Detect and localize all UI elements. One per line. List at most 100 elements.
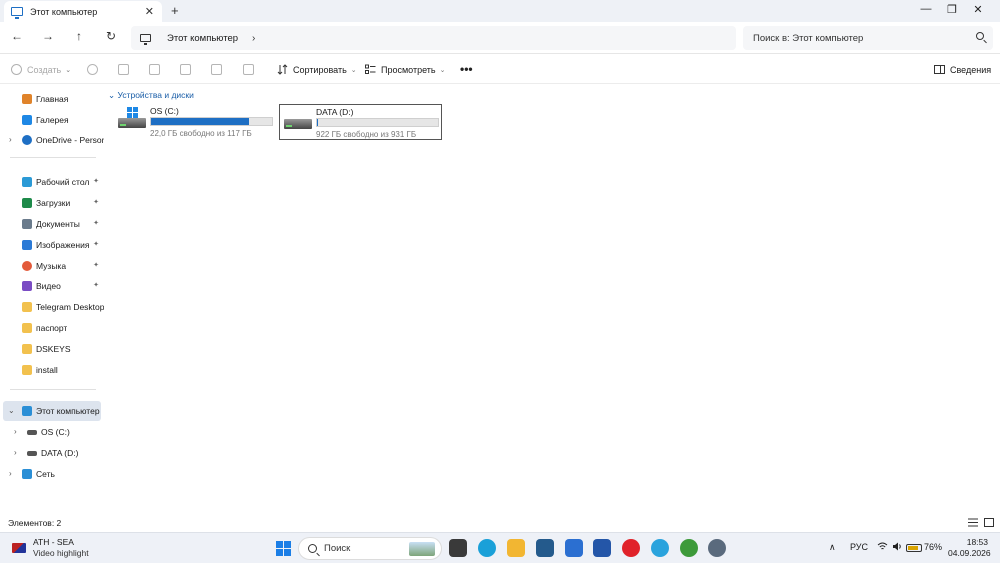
drive-name: OS (C:) bbox=[150, 106, 179, 116]
sidebar-item-dskeys[interactable]: DSKEYS bbox=[0, 339, 104, 359]
chevron-right-icon[interactable]: › bbox=[9, 469, 12, 478]
plus-circle-icon bbox=[11, 64, 22, 75]
delete-icon[interactable] bbox=[243, 64, 254, 75]
computer-icon bbox=[11, 7, 23, 19]
drive-usage-fill bbox=[151, 118, 249, 125]
tab-this-pc[interactable]: Этот компьютер ✕ bbox=[4, 1, 162, 22]
forward-arrow-icon[interactable]: → bbox=[39, 29, 57, 43]
search-highlight-image bbox=[409, 542, 435, 556]
sidebar-item-install[interactable]: install bbox=[0, 360, 104, 380]
chevron-right-icon[interactable]: › bbox=[252, 33, 255, 44]
breadcrumb[interactable]: Этот компьютер › bbox=[131, 26, 736, 50]
settings-app-icon[interactable] bbox=[708, 539, 726, 557]
sidebar-item-passport[interactable]: паспорт bbox=[0, 318, 104, 338]
new-tab-button[interactable]: + bbox=[171, 3, 179, 18]
back-arrow-icon[interactable]: ← bbox=[8, 29, 26, 43]
battery-percent: 76% bbox=[924, 542, 943, 552]
more-options-icon[interactable]: ••• bbox=[460, 62, 473, 76]
sidebar-item-network[interactable]: › Сеть bbox=[0, 464, 104, 484]
battery-icon[interactable] bbox=[906, 544, 922, 552]
search-icon bbox=[976, 32, 984, 40]
address-bar: ← → ↑ ↻ Этот компьютер › Поиск в: Этот к… bbox=[0, 22, 1000, 54]
telegram-app-icon[interactable] bbox=[651, 539, 669, 557]
sidebar-item-gallery[interactable]: Галерея bbox=[0, 110, 104, 130]
file-explorer-app-icon[interactable] bbox=[507, 539, 525, 557]
up-arrow-icon[interactable]: ↑ bbox=[70, 29, 88, 43]
drive-free-space: 22,0 ГБ свободно из 117 ГБ bbox=[150, 129, 252, 138]
sidebar-item-drive-c[interactable]: › OS (C:) bbox=[0, 422, 104, 442]
wifi-icon[interactable] bbox=[877, 542, 888, 553]
pin-icon: ✦ bbox=[93, 199, 99, 206]
view-icon bbox=[365, 64, 376, 75]
taskbar-search[interactable]: Поиск bbox=[298, 537, 442, 560]
drive-usage-bar bbox=[316, 118, 439, 127]
sidebar-item-desktop[interactable]: Рабочий стол ✦ bbox=[0, 172, 104, 192]
rename-icon[interactable] bbox=[180, 64, 191, 75]
details-button[interactable]: Сведения bbox=[934, 64, 991, 75]
close-tab-icon[interactable]: ✕ bbox=[145, 5, 154, 18]
word-app-icon[interactable] bbox=[593, 539, 611, 557]
chevron-right-icon[interactable]: › bbox=[14, 427, 17, 436]
breadcrumb-this-pc[interactable]: Этот компьютер bbox=[167, 33, 238, 44]
utorrent-app-icon[interactable] bbox=[680, 539, 698, 557]
drive-tile-c[interactable]: OS (C:) 22,0 ГБ свободно из 117 ГБ bbox=[114, 104, 278, 140]
drive-tile-d[interactable]: DATA (D:) 922 ГБ свободно из 931 ГБ bbox=[279, 104, 442, 140]
chevron-right-icon[interactable]: › bbox=[14, 448, 17, 457]
volume-icon[interactable] bbox=[892, 542, 902, 553]
news-widget[interactable]: ATH - SEA Video highlight bbox=[12, 537, 89, 559]
sidebar-item-pictures[interactable]: Изображения ✦ bbox=[0, 235, 104, 255]
sidebar-item-documents[interactable]: Документы ✦ bbox=[0, 214, 104, 234]
vscode-app-icon[interactable] bbox=[565, 539, 583, 557]
sidebar-item-music[interactable]: Музыка ✦ bbox=[0, 256, 104, 276]
create-button[interactable]: Создать ⌄ bbox=[11, 64, 71, 75]
sidebar-item-downloads[interactable]: Загрузки ✦ bbox=[0, 193, 104, 213]
sidebar-item-label: Музыка bbox=[36, 261, 67, 271]
cut-icon[interactable] bbox=[87, 64, 98, 75]
chevron-down-icon: ⌄ bbox=[350, 66, 357, 74]
details-pane-icon bbox=[934, 64, 945, 75]
download-icon bbox=[22, 198, 32, 208]
copy-icon[interactable] bbox=[118, 64, 129, 75]
sidebar-item-telegram-desktop[interactable]: Telegram Desktop bbox=[0, 297, 104, 317]
sidebar-item-drive-d[interactable]: › DATA (D:) bbox=[0, 443, 104, 463]
sidebar-item-label: Telegram Desktop bbox=[36, 302, 104, 312]
view-button[interactable]: Просмотреть ⌄ bbox=[365, 64, 446, 75]
minimize-button[interactable]: — bbox=[916, 3, 936, 15]
terminal-app-icon[interactable] bbox=[449, 539, 467, 557]
close-window-button[interactable]: ✕ bbox=[968, 3, 988, 16]
language-indicator[interactable]: РУС bbox=[850, 542, 868, 552]
taskbar-search-label: Поиск bbox=[324, 543, 351, 554]
tiles-view-icon[interactable] bbox=[984, 518, 994, 527]
pin-icon: ✦ bbox=[93, 241, 99, 248]
sidebar-item-this-pc[interactable]: ⌄ Этот компьютер bbox=[3, 401, 101, 421]
chevron-down-icon[interactable]: ⌄ bbox=[8, 406, 15, 415]
clock[interactable]: 18:53 04.09.2026 bbox=[948, 537, 991, 559]
computer-icon bbox=[140, 34, 151, 45]
items-count: Элементов: 2 bbox=[8, 518, 62, 528]
chevron-down-icon: ⌄ bbox=[108, 90, 116, 100]
opera-app-icon[interactable] bbox=[622, 539, 640, 557]
refresh-icon[interactable]: ↻ bbox=[102, 29, 120, 43]
sort-button[interactable]: Сортировать ⌄ bbox=[277, 64, 357, 75]
sidebar-item-label: Рабочий стол bbox=[36, 177, 90, 187]
news-title: ATH - SEA bbox=[33, 537, 74, 547]
maximize-button[interactable]: ❐ bbox=[942, 3, 962, 16]
details-view-icon[interactable] bbox=[968, 518, 978, 527]
store-app-icon[interactable] bbox=[536, 539, 554, 557]
sidebar-item-label: install bbox=[36, 365, 58, 375]
sidebar-item-onedrive[interactable]: › OneDrive - Persona bbox=[0, 130, 104, 150]
sidebar-item-videos[interactable]: Видео ✦ bbox=[0, 276, 104, 296]
folder-icon bbox=[22, 302, 32, 312]
paste-icon[interactable] bbox=[149, 64, 160, 75]
sidebar-item-home[interactable]: Главная bbox=[0, 89, 104, 109]
news-subtitle: Video highlight bbox=[33, 548, 89, 558]
pictures-icon bbox=[22, 240, 32, 250]
chevron-right-icon[interactable]: › bbox=[9, 135, 12, 144]
edge-app-icon[interactable] bbox=[478, 539, 496, 557]
show-hidden-icons-chevron[interactable]: ∧ bbox=[829, 542, 836, 553]
start-button[interactable] bbox=[276, 541, 291, 556]
search-input[interactable]: Поиск в: Этот компьютер bbox=[743, 26, 993, 50]
devices-group-header[interactable]: ⌄ Устройства и диски bbox=[108, 90, 194, 101]
drive-usage-bar bbox=[150, 117, 273, 126]
share-icon[interactable] bbox=[211, 64, 222, 75]
